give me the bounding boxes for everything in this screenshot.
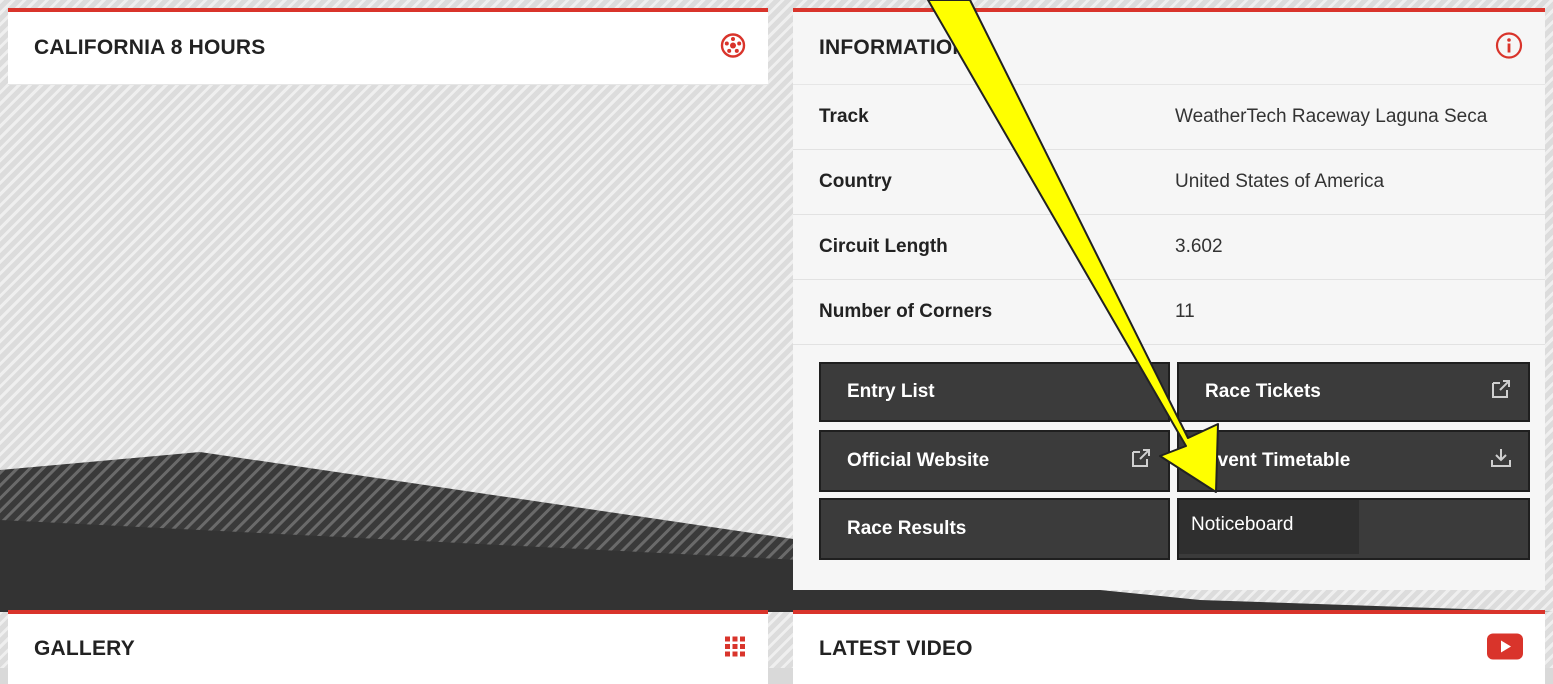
latest-video-panel: LATEST VIDEO xyxy=(793,610,1545,684)
latest-video-title: LATEST VIDEO xyxy=(819,637,973,660)
information-title: INFORMATION xyxy=(819,36,968,59)
track-label: Track xyxy=(819,106,869,127)
track-value: WeatherTech Raceway Laguna Seca xyxy=(1175,106,1488,127)
gallery-panel: GALLERY xyxy=(8,610,768,684)
event-title: CALIFORNIA 8 HOURS xyxy=(34,36,266,59)
information-panel: INFORMATION Track WeatherTech Raceway La… xyxy=(793,8,1545,590)
event-timetable-label: Event Timetable xyxy=(1205,450,1351,471)
latest-video-panel-header: LATEST VIDEO xyxy=(793,614,1545,684)
race-tickets-label: Race Tickets xyxy=(1205,381,1321,402)
noticeboard-button[interactable]: Noticeboard xyxy=(1177,498,1530,560)
event-timetable-button[interactable]: Event Timetable xyxy=(1177,430,1530,492)
entry-list-button[interactable]: Entry List xyxy=(819,362,1170,422)
event-panel-header: CALIFORNIA 8 HOURS xyxy=(8,12,768,85)
official-website-button[interactable]: Official Website xyxy=(819,430,1170,492)
info-row-circuit-length: Circuit Length 3.602 xyxy=(793,215,1545,280)
youtube-icon[interactable] xyxy=(1487,633,1523,665)
noticeboard-label: Noticeboard xyxy=(1191,514,1294,535)
info-row-country: Country United States of America xyxy=(793,150,1545,215)
external-link-icon xyxy=(1490,378,1512,406)
corners-value: 11 xyxy=(1175,301,1195,322)
circuit-length-value: 3.602 xyxy=(1175,236,1223,257)
official-website-label: Official Website xyxy=(847,450,990,471)
grid-icon xyxy=(724,636,746,663)
entry-list-label: Entry List xyxy=(847,381,935,402)
external-link-icon xyxy=(1130,447,1152,475)
tire-icon xyxy=(720,33,746,64)
circuit-length-label: Circuit Length xyxy=(819,236,948,257)
info-icon xyxy=(1495,32,1523,65)
event-panel: CALIFORNIA 8 HOURS xyxy=(8,8,768,85)
country-value: United States of America xyxy=(1175,171,1385,192)
gallery-panel-header: GALLERY xyxy=(8,614,768,684)
corners-label: Number of Corners xyxy=(819,301,993,322)
race-tickets-button[interactable]: Race Tickets xyxy=(1177,362,1530,422)
race-results-button[interactable]: Race Results xyxy=(819,498,1170,560)
download-icon xyxy=(1490,447,1512,475)
info-row-track: Track WeatherTech Raceway Laguna Seca xyxy=(793,85,1545,150)
gallery-title: GALLERY xyxy=(34,637,135,660)
race-results-label: Race Results xyxy=(847,518,967,539)
information-panel-header: INFORMATION xyxy=(793,12,1545,85)
country-label: Country xyxy=(819,171,892,192)
info-row-corners: Number of Corners 11 xyxy=(793,280,1545,345)
